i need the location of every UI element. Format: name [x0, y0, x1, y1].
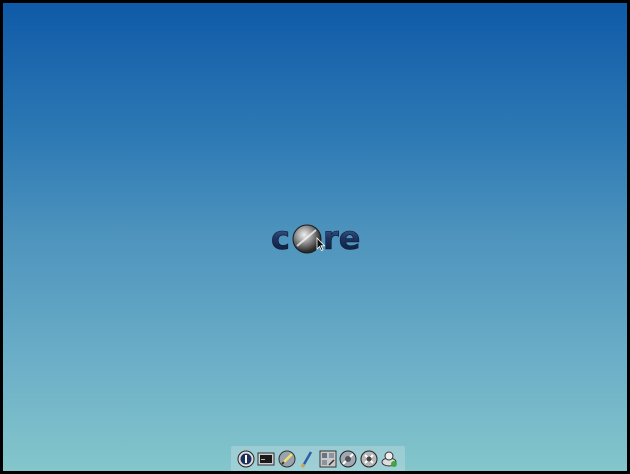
- settings-icon[interactable]: [359, 449, 378, 468]
- terminal-icon[interactable]: [257, 449, 276, 468]
- editor-icon[interactable]: [277, 449, 296, 468]
- mouse-cursor-icon: [316, 236, 326, 252]
- apps-icon[interactable]: [339, 449, 358, 468]
- mount-icon[interactable]: [380, 449, 399, 468]
- power-icon[interactable]: [236, 449, 255, 468]
- dock-bar: [231, 446, 405, 471]
- logo-letters-re: re: [323, 219, 360, 257]
- desktop-background[interactable]: c re: [3, 3, 627, 471]
- control-panel-icon[interactable]: [318, 449, 337, 468]
- logo-letter-c: c: [271, 219, 290, 257]
- brush-icon[interactable]: [298, 449, 317, 468]
- screen-frame: c re: [0, 0, 630, 474]
